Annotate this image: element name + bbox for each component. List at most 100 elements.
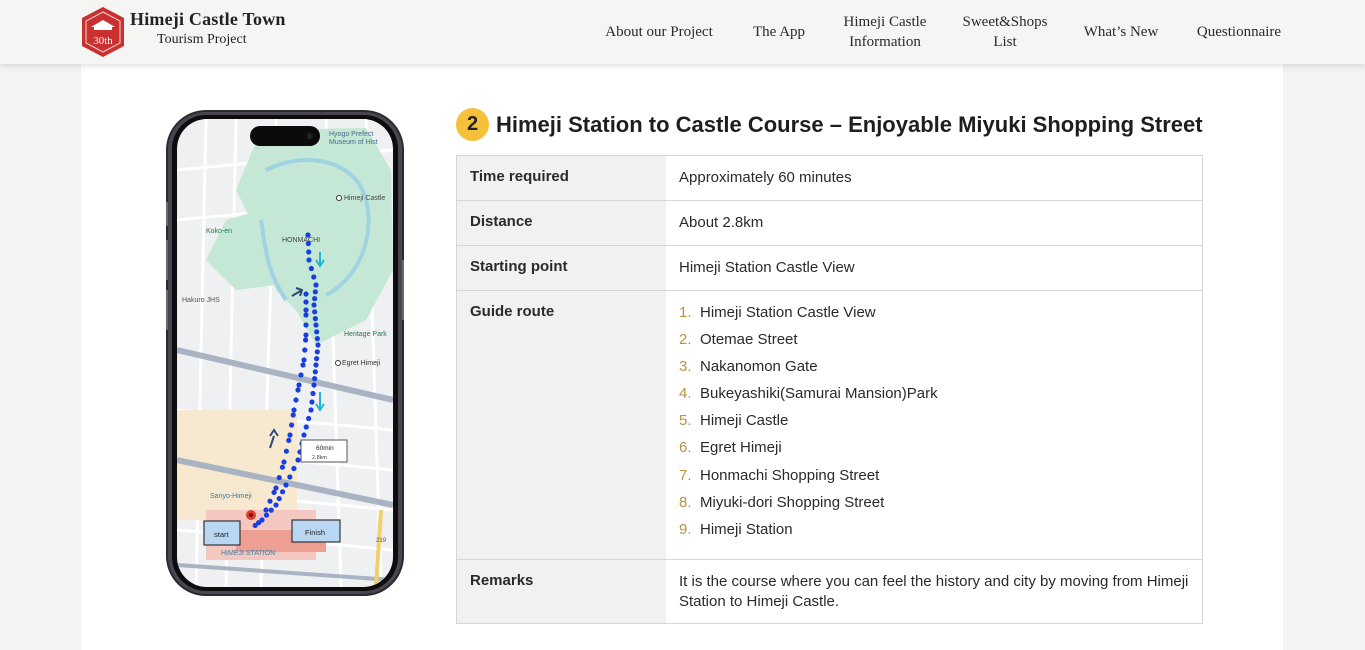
row-header: Remarks — [457, 559, 666, 623]
route-dot — [273, 485, 279, 491]
list-text: Egret Himeji — [700, 439, 782, 457]
row-value: It is the course where you can feel the … — [666, 559, 1202, 623]
route-dot — [308, 265, 314, 272]
site-header: 30th Himeji Castle Town Tourism Project … — [0, 0, 1365, 64]
row-value: About 2.8km — [666, 201, 1202, 245]
route-dot — [303, 424, 309, 430]
list-item: 2. Otemae Street — [679, 330, 1189, 357]
route-dot — [263, 507, 269, 513]
route-dot — [295, 457, 301, 463]
map-duration: 60min — [316, 445, 334, 452]
route-dot — [263, 512, 270, 518]
nav-sweets-shops-list[interactable]: Sweet&Shops List — [956, 0, 1054, 64]
route-dot — [306, 249, 312, 255]
route-dot — [312, 316, 318, 322]
list-index: 4. — [679, 385, 692, 403]
nav-label: About our Project — [605, 24, 713, 40]
row-value: Approximately 60 minutes — [666, 156, 1202, 200]
map-label: Himeji Castle — [344, 195, 385, 202]
route-dot — [276, 475, 282, 481]
route-dot — [289, 422, 295, 428]
nav-whats-new[interactable]: What’s New — [1076, 0, 1166, 64]
route-dot — [306, 415, 312, 422]
route-dot — [311, 382, 317, 388]
route-dot — [313, 362, 319, 368]
course-heading: 2 Himeji Station to Castle Course – Enjo… — [456, 108, 1203, 141]
route-dot — [312, 309, 318, 315]
map-label: Museum of Hist — [329, 139, 378, 146]
nav-label-group: Sweet&Shops List — [962, 12, 1047, 52]
map-label: Hakuro JHS — [182, 297, 220, 304]
route-dot — [312, 296, 318, 302]
nav-label: Questionnaire — [1196, 24, 1282, 40]
list-item: 9. Himeji Station — [679, 520, 1189, 547]
nav-label-group: Himeji Castle Information — [844, 12, 927, 52]
list-index: 3. — [679, 358, 692, 376]
map-label: HONMACHI — [282, 237, 320, 244]
route-dot — [280, 489, 286, 495]
route-dot — [302, 347, 308, 353]
route-dot — [281, 459, 287, 465]
list-item: 3. Nakanomon Gate — [679, 357, 1189, 384]
route-dot — [308, 407, 314, 413]
route-dot — [290, 412, 296, 418]
route-dot — [268, 507, 274, 513]
route-dot — [279, 464, 285, 470]
route-dot — [314, 329, 320, 335]
route-dot — [303, 307, 309, 313]
route-dot — [301, 432, 307, 438]
route-dot — [303, 332, 309, 338]
row-header: Guide route — [457, 291, 666, 559]
route-dot — [312, 376, 318, 382]
brand[interactable]: Himeji Castle Town Tourism Project — [130, 9, 286, 48]
nav-the-app[interactable]: The App — [744, 0, 814, 64]
nav-label: What’s New — [1083, 24, 1159, 40]
list-item: 1. Himeji Station Castle View — [679, 303, 1189, 330]
route-dot — [283, 448, 289, 454]
route-dot — [303, 312, 309, 318]
table-row: Guide route 1. Himeji Station Castle View… — [457, 291, 1202, 560]
list-index: 5. — [679, 412, 692, 430]
list-text: Honmachi Shopping Street — [700, 466, 880, 484]
route-dot — [303, 322, 309, 328]
route-dot — [306, 257, 312, 263]
route-dot — [301, 357, 307, 363]
list-index: 6. — [679, 439, 692, 457]
route-dot — [298, 372, 304, 378]
route-dot — [273, 502, 279, 508]
course-number-badge: 2 — [456, 108, 489, 141]
list-item: 4. Bukeyashiki(Samurai Mansion)Park — [679, 384, 1189, 411]
nav-about-project[interactable]: About our Project — [596, 0, 722, 64]
list-text: Miyuki-dori Shopping Street — [700, 493, 885, 511]
route-dot — [303, 299, 309, 305]
phone-map-image: Hyogo Prefect Museum of Hist Himeji Cast… — [166, 110, 404, 596]
nav-questionnaire[interactable]: Questionnaire — [1188, 0, 1290, 64]
route-dot — [313, 322, 319, 328]
list-index: 8. — [679, 493, 692, 511]
route-dot — [315, 342, 321, 348]
map-start-label: start — [214, 530, 230, 539]
row-value: Himeji Station Castle View — [666, 246, 1202, 290]
map-label: 219 — [376, 538, 387, 544]
route-dot — [314, 336, 320, 342]
course-info-table: Time required Approximately 60 minutes D… — [456, 155, 1203, 624]
nav-castle-information[interactable]: Himeji Castle Information — [834, 0, 936, 64]
route-dot — [286, 437, 292, 443]
route-dot — [267, 498, 273, 504]
list-text: Himeji Station — [700, 520, 793, 538]
list-index: 7. — [679, 466, 692, 484]
brand-subtitle: Tourism Project — [157, 32, 247, 47]
list-text: Otemae Street — [700, 331, 798, 349]
route-dot — [303, 337, 309, 343]
list-index: 1. — [679, 304, 692, 321]
map-label: Egret Himeji — [342, 360, 381, 367]
logo-icon[interactable]: 30th — [80, 6, 126, 58]
list-text: Bukeyashiki(Samurai Mansion)Park — [700, 385, 938, 403]
map-distance: 2.8km — [312, 455, 327, 461]
list-item: 8. Miyuki-dori Shopping Street — [679, 493, 1189, 520]
table-row: Time required Approximately 60 minutes — [457, 156, 1202, 201]
nav-label: Himeji Castle — [843, 14, 927, 30]
route-dot — [287, 474, 293, 480]
nav-label: The App — [752, 24, 806, 40]
route-dot — [314, 356, 320, 362]
